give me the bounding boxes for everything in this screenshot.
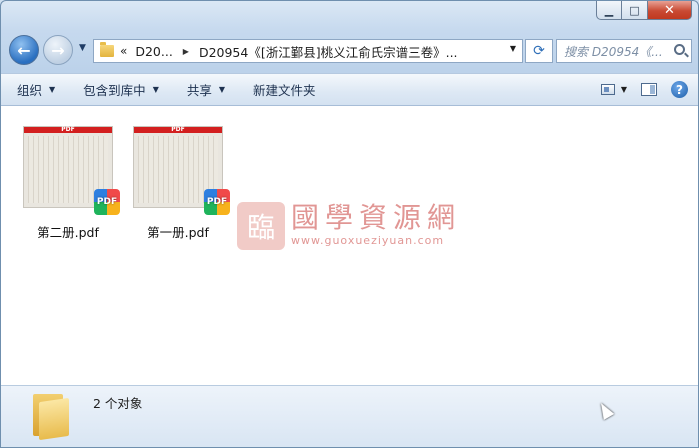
file-name: 第二册.pdf <box>37 225 99 240</box>
details-pane: 2 个对象 <box>1 385 698 447</box>
caption-buttons: ▁ □ ✕ <box>596 1 692 20</box>
mouse-cursor-icon <box>595 400 615 420</box>
breadcrumb-overflow[interactable]: « <box>120 44 127 58</box>
watermark-url: www.guoxueziyuan.com <box>291 234 445 247</box>
chevron-down-icon: ▼ <box>49 85 56 94</box>
organize-menu[interactable]: 组织 ▼ <box>1 74 67 105</box>
change-view-button[interactable]: ▼ <box>600 84 627 95</box>
new-folder-label: 新建文件夹 <box>253 83 316 98</box>
refresh-icon: ⟳ <box>533 43 545 59</box>
explorer-window: ▁ □ ✕ ← → ▼ « D20... ▶ D20954《[浙江鄞县]桃义江俞… <box>0 0 699 448</box>
folder-icon <box>100 42 114 57</box>
breadcrumb-separator-icon[interactable]: ▶ <box>183 47 189 56</box>
recent-pages-dropdown[interactable]: ▼ <box>79 43 86 53</box>
close-button[interactable]: ✕ <box>648 1 692 20</box>
folder-icon <box>33 390 69 441</box>
item-count: 2 个对象 <box>93 396 143 411</box>
navigation-bar: ← → ▼ « D20... ▶ D20954《[浙江鄞县]桃义江俞氏宗谱三卷》… <box>9 35 692 65</box>
watermark: 臨 國學資源網 www.guoxueziyuan.com <box>237 202 461 250</box>
file-name: 第一册.pdf <box>147 225 209 240</box>
address-bar[interactable]: « D20... ▶ D20954《[浙江鄞县]桃义江俞氏宗谱三卷》... ▼ <box>93 39 523 63</box>
help-icon[interactable]: ? <box>671 81 688 98</box>
chevron-down-icon: ▼ <box>218 85 226 94</box>
maximize-button[interactable]: □ <box>622 1 648 20</box>
command-toolbar: 组织 ▼ 包含到库中 ▼ 共享 ▼ 新建文件夹 ▼ ? <box>1 73 698 106</box>
share-menu[interactable]: 共享 ▼ <box>171 74 237 105</box>
forward-button[interactable]: → <box>43 35 73 65</box>
preview-pane-icon[interactable] <box>641 83 657 96</box>
share-label: 共享 <box>186 83 212 98</box>
search-placeholder: 搜索 D20954《... <box>564 44 663 59</box>
forward-arrow-icon: → <box>51 40 65 60</box>
address-dropdown-icon[interactable]: ▼ <box>510 44 516 53</box>
refresh-button[interactable]: ⟳ <box>525 39 553 63</box>
minimize-button[interactable]: ▁ <box>596 1 622 20</box>
file-list[interactable]: PDF PDF 第二册.pdf PDF PDF 第一册.pdf 臨 國學資源網 … <box>1 106 698 385</box>
pdf-thumbnail: PDF PDF <box>23 126 120 215</box>
pdf-icon: PDF <box>204 189 230 215</box>
toolbar-right: ▼ ? <box>600 74 688 105</box>
back-button[interactable]: ← <box>9 35 39 65</box>
pdf-bar-label: PDF <box>171 126 185 133</box>
chevron-down-icon: ▼ <box>620 85 627 94</box>
pdf-bar-label: PDF <box>61 126 75 133</box>
organize-label: 组织 <box>17 83 43 98</box>
search-input[interactable]: 搜索 D20954《... <box>556 39 692 63</box>
include-in-library-label: 包含到库中 <box>83 83 146 98</box>
search-icon[interactable] <box>674 44 685 55</box>
include-in-library-menu[interactable]: 包含到库中 ▼ <box>67 74 171 105</box>
pdf-icon: PDF <box>94 189 120 215</box>
watermark-seal: 臨 <box>237 202 285 250</box>
back-arrow-icon: ← <box>17 40 31 60</box>
breadcrumb-current[interactable]: D20954《[浙江鄞县]桃义江俞氏宗谱三卷》... <box>199 42 458 61</box>
watermark-text: 國學資源網 <box>291 201 462 234</box>
new-folder-button[interactable]: 新建文件夹 <box>237 74 328 105</box>
chevron-down-icon: ▼ <box>152 85 159 94</box>
file-item[interactable]: PDF PDF 第一册.pdf <box>129 126 230 241</box>
view-icon <box>600 84 615 95</box>
file-item[interactable]: PDF PDF 第二册.pdf <box>19 126 120 241</box>
breadcrumb-parent[interactable]: D20... <box>135 44 172 59</box>
pdf-thumbnail: PDF PDF <box>133 126 230 215</box>
